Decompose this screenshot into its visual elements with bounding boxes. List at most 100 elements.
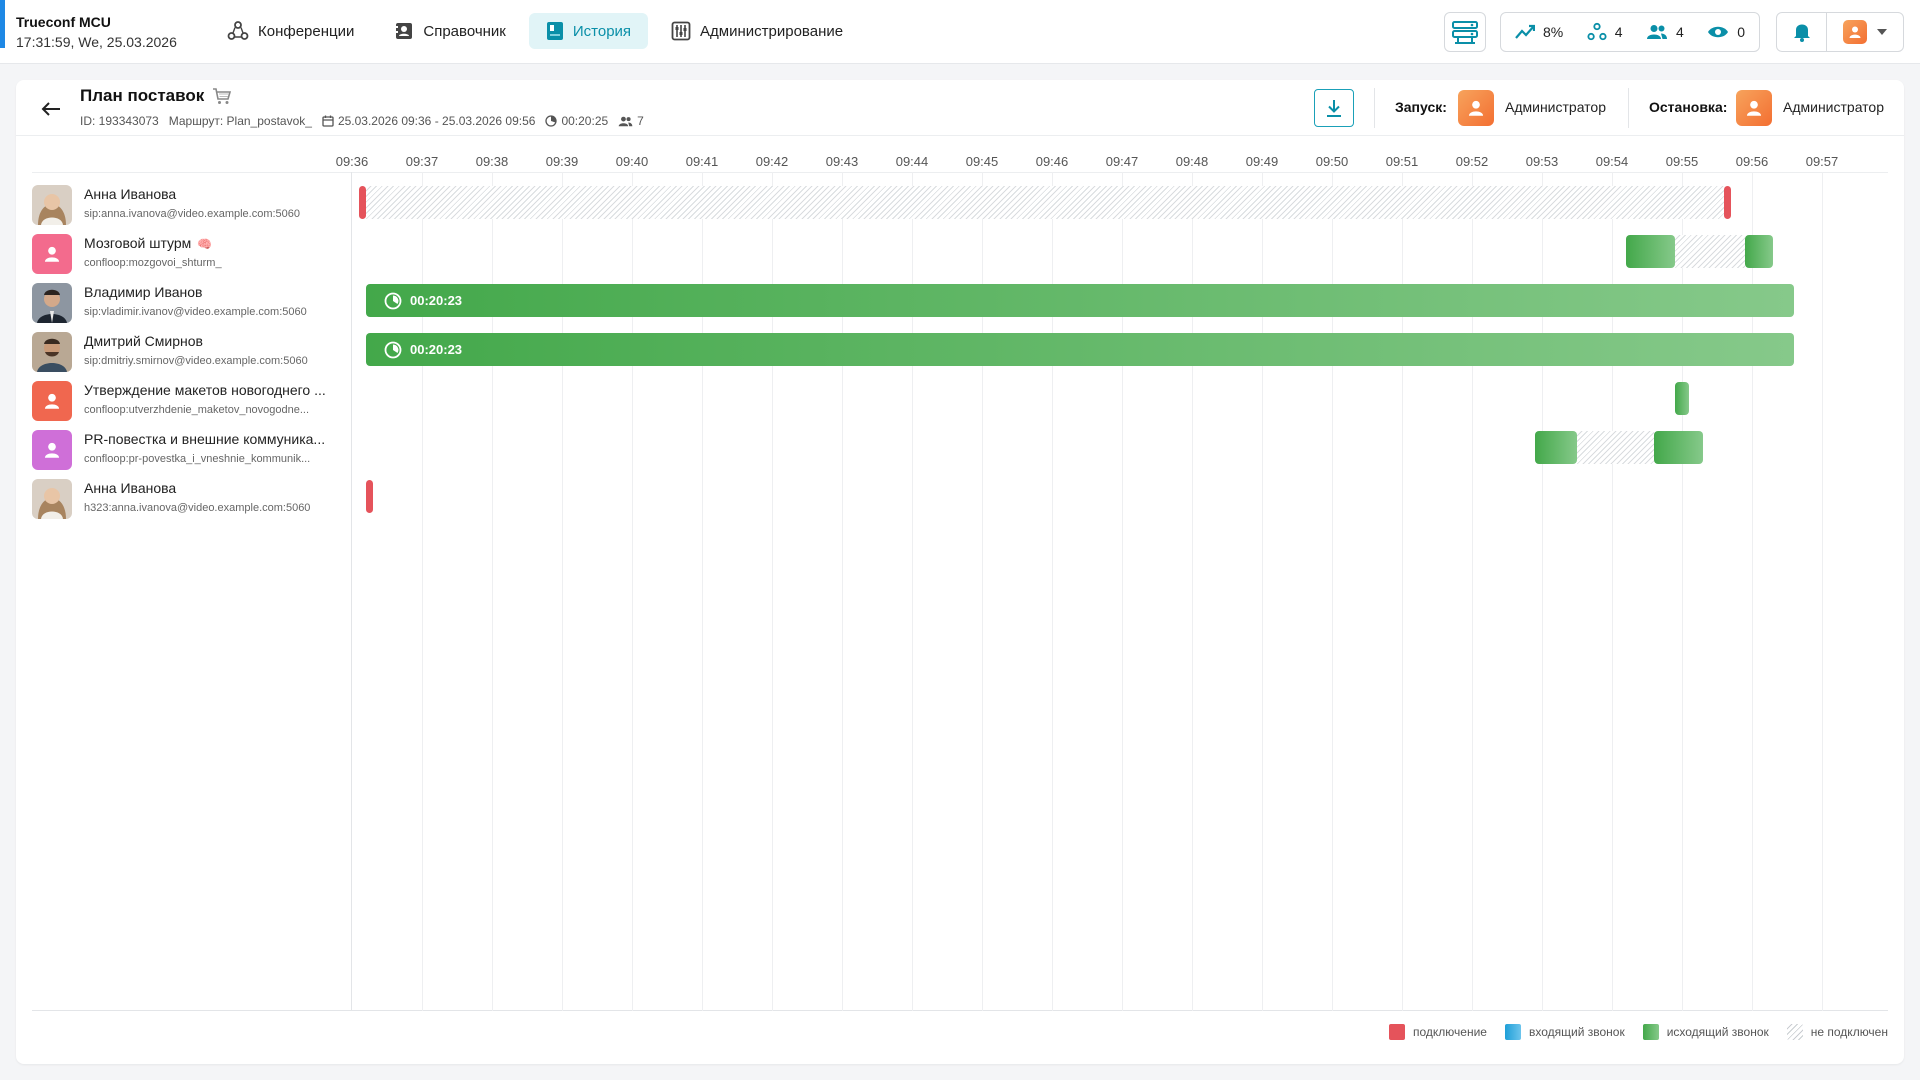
user-menu-button[interactable] bbox=[1827, 13, 1903, 51]
user-icon bbox=[1468, 100, 1484, 116]
conferences-icon bbox=[1587, 22, 1607, 41]
segment-connect[interactable] bbox=[1724, 186, 1731, 219]
download-button[interactable] bbox=[1314, 89, 1354, 127]
page-title: План поставок bbox=[80, 86, 232, 106]
stat-viewers[interactable]: 0 bbox=[1697, 24, 1755, 40]
participant-address: confloop:mozgovoi_shturm_ bbox=[84, 257, 222, 269]
segment-connect[interactable] bbox=[359, 186, 366, 219]
participant-address: sip:vladimir.ivanov@video.example.com:50… bbox=[84, 306, 307, 318]
divider bbox=[1628, 88, 1629, 128]
conference-title: План поставок bbox=[80, 86, 205, 105]
conference-participants-item: 7 bbox=[618, 114, 644, 128]
history-icon bbox=[546, 22, 563, 40]
participant-address: sip:anna.ivanova@video.example.com:5060 bbox=[84, 208, 301, 220]
stop-label: Остановка: bbox=[1649, 99, 1728, 115]
user-avatar bbox=[1843, 20, 1867, 44]
brand: Trueconf MCU 17:31:59, We, 25.03.2026 bbox=[16, 14, 177, 50]
stat-conferences-value: 4 bbox=[1614, 24, 1623, 40]
participant-name: Мозговой штурм 🧠 bbox=[84, 235, 344, 251]
time-tick: 09:41 bbox=[685, 154, 719, 169]
arrow-left-icon bbox=[41, 102, 60, 116]
participant-avatar bbox=[32, 430, 72, 470]
nav-conferences[interactable]: Конференции bbox=[210, 13, 371, 49]
start-label: Запуск: bbox=[1395, 99, 1447, 115]
stop-by-name: Администратор bbox=[1783, 99, 1885, 115]
eye-icon bbox=[1708, 26, 1729, 38]
segment-out[interactable]: 00:20:23 bbox=[366, 284, 1794, 317]
segment-out[interactable] bbox=[1654, 431, 1703, 464]
start-by-avatar bbox=[1458, 90, 1494, 126]
time-tick: 09:39 bbox=[545, 154, 579, 169]
segment-out[interactable] bbox=[1535, 431, 1577, 464]
nav-label: Справочник bbox=[423, 22, 506, 40]
stat-participants[interactable]: 4 bbox=[1636, 24, 1694, 40]
legend-label: входящий звонок bbox=[1528, 1025, 1625, 1039]
timeline-plot-edge bbox=[351, 172, 352, 1011]
time-tick: 09:51 bbox=[1385, 154, 1419, 169]
time-tick: 09:56 bbox=[1735, 154, 1769, 169]
users-icon bbox=[618, 116, 633, 126]
participant-row[interactable]: Анна Иванова h323:anna.ivanova@video.exam… bbox=[32, 473, 351, 521]
segment-connect[interactable] bbox=[366, 480, 373, 513]
nav-label: Администрирование bbox=[700, 22, 844, 40]
user-icon bbox=[44, 393, 60, 409]
conference-route: Маршрут: Plan_postavok_ bbox=[168, 114, 312, 128]
stat-conferences[interactable]: 4 bbox=[1577, 22, 1633, 42]
legend-item-in: входящий звонок bbox=[1504, 1024, 1625, 1040]
timeline-legend: подключение входящий звонок исходящий звон… bbox=[1389, 1024, 1888, 1040]
segment-out[interactable] bbox=[1745, 235, 1773, 268]
participant-row[interactable]: PR-повестка и внешние коммуника... conflo… bbox=[32, 424, 351, 472]
time-tick: 09:48 bbox=[1175, 154, 1209, 169]
participant-name-text: PR-повестка и внешние коммуника... bbox=[84, 431, 326, 447]
time-tick: 09:52 bbox=[1455, 154, 1489, 169]
time-tick: 09:53 bbox=[1525, 154, 1559, 169]
segment-none[interactable] bbox=[1675, 235, 1745, 268]
segment-none[interactable] bbox=[366, 186, 1724, 219]
legend-swatch bbox=[1642, 1024, 1659, 1040]
nav-history[interactable]: История bbox=[528, 13, 649, 49]
conference-duration: 00:20:25 bbox=[561, 114, 609, 128]
photo-avatar bbox=[32, 332, 72, 372]
nav-administration[interactable]: Администрирование bbox=[654, 13, 860, 49]
time-tick: 09:50 bbox=[1315, 154, 1349, 169]
user-icon bbox=[44, 442, 60, 458]
participant-name: Дмитрий Смирнов bbox=[84, 333, 344, 349]
servers-button[interactable] bbox=[1444, 12, 1486, 52]
participant-avatar bbox=[32, 283, 72, 323]
stat-load[interactable]: 8% bbox=[1505, 24, 1573, 40]
conference-period: 25.03.2026 09:36 - 25.03.2026 09:56 bbox=[337, 114, 536, 128]
main-nav: Конференции Справочник История Администр… bbox=[210, 13, 860, 49]
participant-row[interactable]: Владимир Иванов sip:vladimir.ivanov@video… bbox=[32, 277, 351, 325]
notifications-button[interactable] bbox=[1777, 13, 1827, 51]
back-button[interactable] bbox=[36, 94, 66, 124]
participant-row[interactable]: Утверждение макетов новогоднего ... confl… bbox=[32, 375, 351, 423]
time-tick: 09:54 bbox=[1595, 154, 1629, 169]
time-tick: 09:36 bbox=[335, 154, 369, 169]
segment-duration: 00:20:23 bbox=[384, 333, 462, 366]
user-icon bbox=[1849, 26, 1861, 38]
participant-avatar bbox=[32, 185, 72, 225]
participant-row[interactable]: Дмитрий Смирнов sip:dmitriy.smirnov@video… bbox=[32, 326, 351, 374]
download-icon bbox=[1327, 100, 1341, 117]
divider bbox=[1374, 88, 1375, 128]
servers-icon bbox=[1452, 21, 1478, 44]
photo-avatar bbox=[32, 479, 72, 519]
nav-address-book[interactable]: Справочник bbox=[377, 13, 523, 49]
segment-out[interactable]: 00:20:23 bbox=[366, 333, 1794, 366]
participant-name-text: Анна Иванова bbox=[84, 480, 177, 496]
conference-participants-count: 7 bbox=[637, 114, 644, 128]
participant-name: PR-повестка и внешние коммуника... bbox=[84, 431, 344, 447]
participant-row[interactable]: Мозговой штурм 🧠 confloop:mozgovoi_shturm_ bbox=[32, 228, 351, 276]
participant-name-text: Владимир Иванов bbox=[84, 284, 203, 300]
legend-item-connect: подключение bbox=[1389, 1024, 1487, 1040]
participant-name-text: Мозговой штурм bbox=[84, 235, 192, 251]
segment-out[interactable] bbox=[1626, 235, 1675, 268]
segment-out[interactable] bbox=[1675, 382, 1689, 415]
time-tick: 09:55 bbox=[1665, 154, 1699, 169]
participant-row[interactable]: Анна Иванова sip:anna.ivanova@video.examp… bbox=[32, 179, 351, 227]
segment-none[interactable] bbox=[1577, 431, 1654, 464]
time-tick: 09:44 bbox=[895, 154, 929, 169]
participant-name-text: Анна Иванова bbox=[84, 186, 177, 202]
time-tick: 09:43 bbox=[825, 154, 859, 169]
segment-duration-text: 00:20:23 bbox=[410, 293, 463, 308]
